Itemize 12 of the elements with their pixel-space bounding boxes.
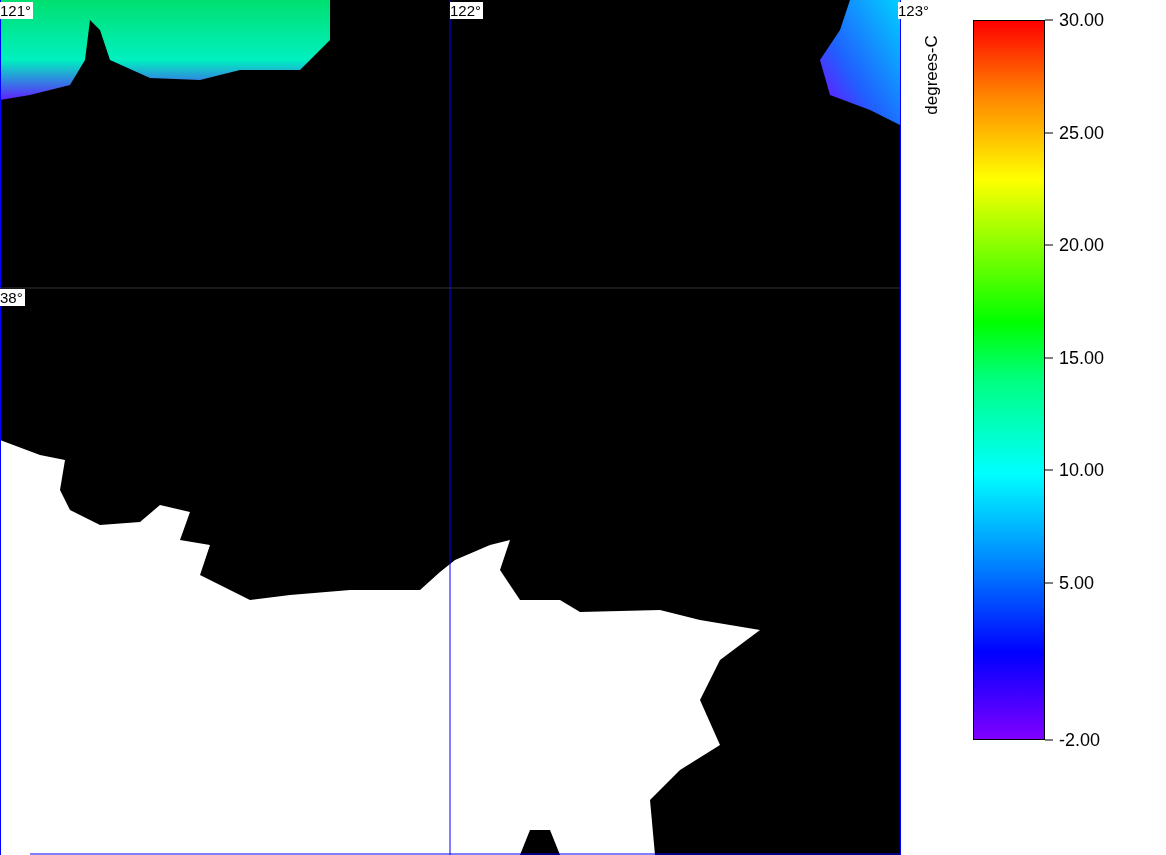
scale-label: 10.00 <box>1059 459 1105 481</box>
scale-label: 30.00 <box>1059 9 1105 31</box>
latitude-label: 38° <box>0 289 25 306</box>
longitude-label: 123° <box>898 2 932 19</box>
scale-label: -2.00 <box>1059 729 1101 751</box>
longitude-label: 122° <box>450 2 484 19</box>
longitude-label: 121° <box>0 2 34 19</box>
scale-label: 25.00 <box>1059 122 1105 143</box>
legend-title: degrees-C <box>922 34 942 117</box>
scale-label: 15.00 <box>1059 347 1105 368</box>
scale-label: 20.00 <box>1059 234 1105 256</box>
scale-label: 5.00 <box>1059 572 1095 593</box>
